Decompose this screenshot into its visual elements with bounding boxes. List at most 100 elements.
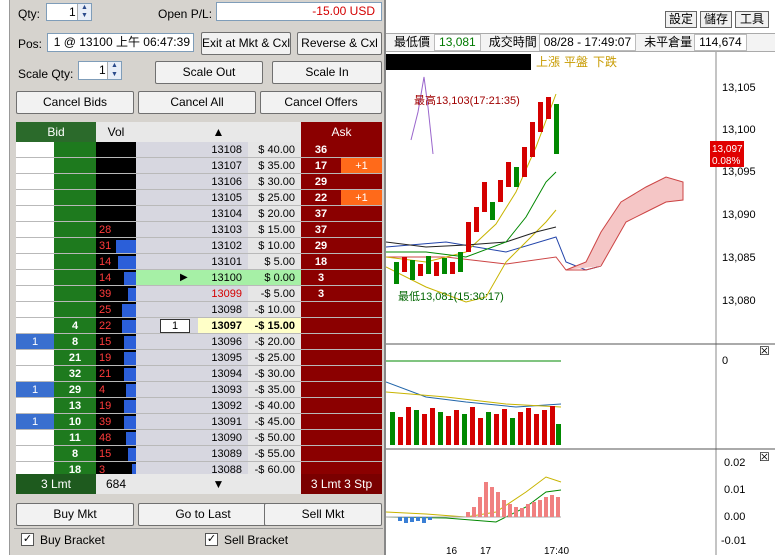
scroll-up-icon[interactable]: ▲ [136,122,301,142]
ladder-cell-ask[interactable] [301,382,341,398]
ladder-cell-ask-order[interactable] [341,398,382,414]
scale-qty-stepper[interactable]: 1 ▲ ▼ [78,61,122,80]
ladder-cell-qty[interactable] [136,206,198,222]
ladder-cell-ask[interactable] [301,398,341,414]
ladder-cell-bid-order[interactable] [16,350,54,366]
volume-column-header[interactable]: Vol [96,122,136,142]
ladder-cell-qty[interactable] [136,430,198,446]
ladder-cell-qty[interactable]: 1 [136,318,198,334]
ladder-cell-bid-order[interactable] [16,254,54,270]
ladder-cell-bid[interactable] [54,238,96,254]
ladder-cell-ask-order[interactable] [341,286,382,302]
scale-out-button[interactable]: Scale Out [155,61,263,84]
ladder-cell-bid[interactable]: 11 [54,430,96,446]
ladder-cell-qty[interactable] [136,382,198,398]
ladder-cell-ask[interactable] [301,430,341,446]
ladder-cell-qty[interactable] [136,270,198,286]
ladder-cell-bid-order[interactable] [16,190,54,206]
ladder-cell-ask-order[interactable] [341,350,382,366]
ladder-cell-ask[interactable]: 22 [301,190,341,206]
ladder-cell-bid[interactable] [54,158,96,174]
sell-bracket-checkbox[interactable]: ✓ [205,533,218,546]
exit-at-market-button[interactable]: Exit at Mkt & Cxl [201,32,291,55]
cancel-bids-button[interactable]: Cancel Bids [16,91,134,114]
ladder-cell-bid-order[interactable] [16,318,54,334]
ladder-cell-bid-order[interactable] [16,158,54,174]
ladder-cell-bid-order[interactable] [16,430,54,446]
ladder-cell-ask-order[interactable]: +1 [341,190,382,206]
ladder-cell-bid-order[interactable]: 1 [16,334,54,350]
ladder-cell-ask[interactable]: 36 [301,142,341,158]
ladder-cell-bid[interactable] [54,302,96,318]
ladder-cell-ask-order[interactable] [341,174,382,190]
ladder-cell-qty[interactable] [136,222,198,238]
ladder-cell-ask[interactable]: 17 [301,158,341,174]
reverse-button[interactable]: Reverse & Cxl [297,32,382,55]
ladder-cell-bid[interactable]: 8 [54,446,96,462]
save-button[interactable]: 儲存 [700,11,732,28]
ladder-cell-bid[interactable] [54,222,96,238]
scale-in-button[interactable]: Scale In [272,61,382,84]
settings-button[interactable]: 設定 [665,11,697,28]
ladder-cell-ask[interactable]: 29 [301,174,341,190]
ladder-cell-bid-order[interactable]: 1 [16,382,54,398]
ladder-cell-ask[interactable]: 18 [301,254,341,270]
ladder-cell-bid[interactable]: 4 [54,318,96,334]
ladder-cell-ask[interactable] [301,446,341,462]
ladder-cell-bid-order[interactable] [16,238,54,254]
ladder-cell-ask-order[interactable] [341,254,382,270]
ladder-cell-ask-order[interactable] [341,366,382,382]
ladder-cell-ask-order[interactable] [341,270,382,286]
ladder-cell-ask-order[interactable] [341,318,382,334]
ladder-cell-bid[interactable]: 29 [54,382,96,398]
ladder-cell-qty[interactable] [136,174,198,190]
ladder-cell-ask-order[interactable] [341,222,382,238]
ladder-cell-ask-order[interactable] [341,206,382,222]
ladder-cell-bid-order[interactable] [16,286,54,302]
ladder-cell-bid-order[interactable] [16,398,54,414]
ladder-cell-ask[interactable]: 37 [301,222,341,238]
ladder-cell-qty[interactable] [136,190,198,206]
ladder-cell-ask[interactable]: 37 [301,206,341,222]
working-order-qty[interactable]: 1 [160,319,190,333]
ladder-cell-ask-order[interactable] [341,238,382,254]
ladder-cell-bid[interactable] [54,270,96,286]
bid-column-header[interactable]: Bid [16,122,96,142]
ladder-cell-bid[interactable] [54,286,96,302]
ladder-cell-ask[interactable]: 29 [301,238,341,254]
scroll-down-icon[interactable]: ▼ [136,474,301,494]
ladder-cell-qty[interactable] [136,414,198,430]
ladder-cell-bid-order[interactable] [16,222,54,238]
ladder-cell-ask[interactable] [301,366,341,382]
price-chart[interactable]: 上漲 平盤 下跌 最高13,103(17:21:35) 最低13,081(15:… [386,52,775,555]
ask-column-header[interactable]: Ask [301,122,382,142]
ladder-cell-bid-order[interactable] [16,270,54,286]
ladder-cell-bid[interactable] [54,206,96,222]
ladder-cell-bid[interactable]: 32 [54,366,96,382]
ladder-cell-bid[interactable]: 10 [54,414,96,430]
ladder-cell-qty[interactable] [136,446,198,462]
ladder-cell-bid[interactable] [54,174,96,190]
ladder-cell-qty[interactable] [136,286,198,302]
buy-bracket-checkbox[interactable]: ✓ [21,533,34,546]
ladder-cell-bid[interactable]: 21 [54,350,96,366]
ladder-cell-ask[interactable]: 3 [301,270,341,286]
ladder-cell-bid[interactable]: 8 [54,334,96,350]
ladder-cell-ask[interactable] [301,350,341,366]
ladder-cell-bid[interactable]: 13 [54,398,96,414]
ladder-cell-ask[interactable] [301,318,341,334]
ladder-cell-qty[interactable] [136,334,198,350]
scale-qty-spin-arrows[interactable]: ▲ ▼ [107,62,121,79]
ladder-cell-ask[interactable] [301,302,341,318]
ladder-cell-bid-order[interactable] [16,302,54,318]
ladder-cell-bid[interactable] [54,142,96,158]
buy-market-button[interactable]: Buy Mkt [16,503,134,526]
ladder-cell-qty[interactable] [136,366,198,382]
ladder-cell-bid-order[interactable] [16,446,54,462]
ladder-cell-ask-order[interactable] [341,334,382,350]
ladder-cell-qty[interactable] [136,302,198,318]
qty-stepper[interactable]: 1 ▲ ▼ [46,3,92,21]
ladder-cell-qty[interactable] [136,142,198,158]
tools-button[interactable]: 工具 [735,11,769,28]
cancel-all-button[interactable]: Cancel All [138,91,256,114]
